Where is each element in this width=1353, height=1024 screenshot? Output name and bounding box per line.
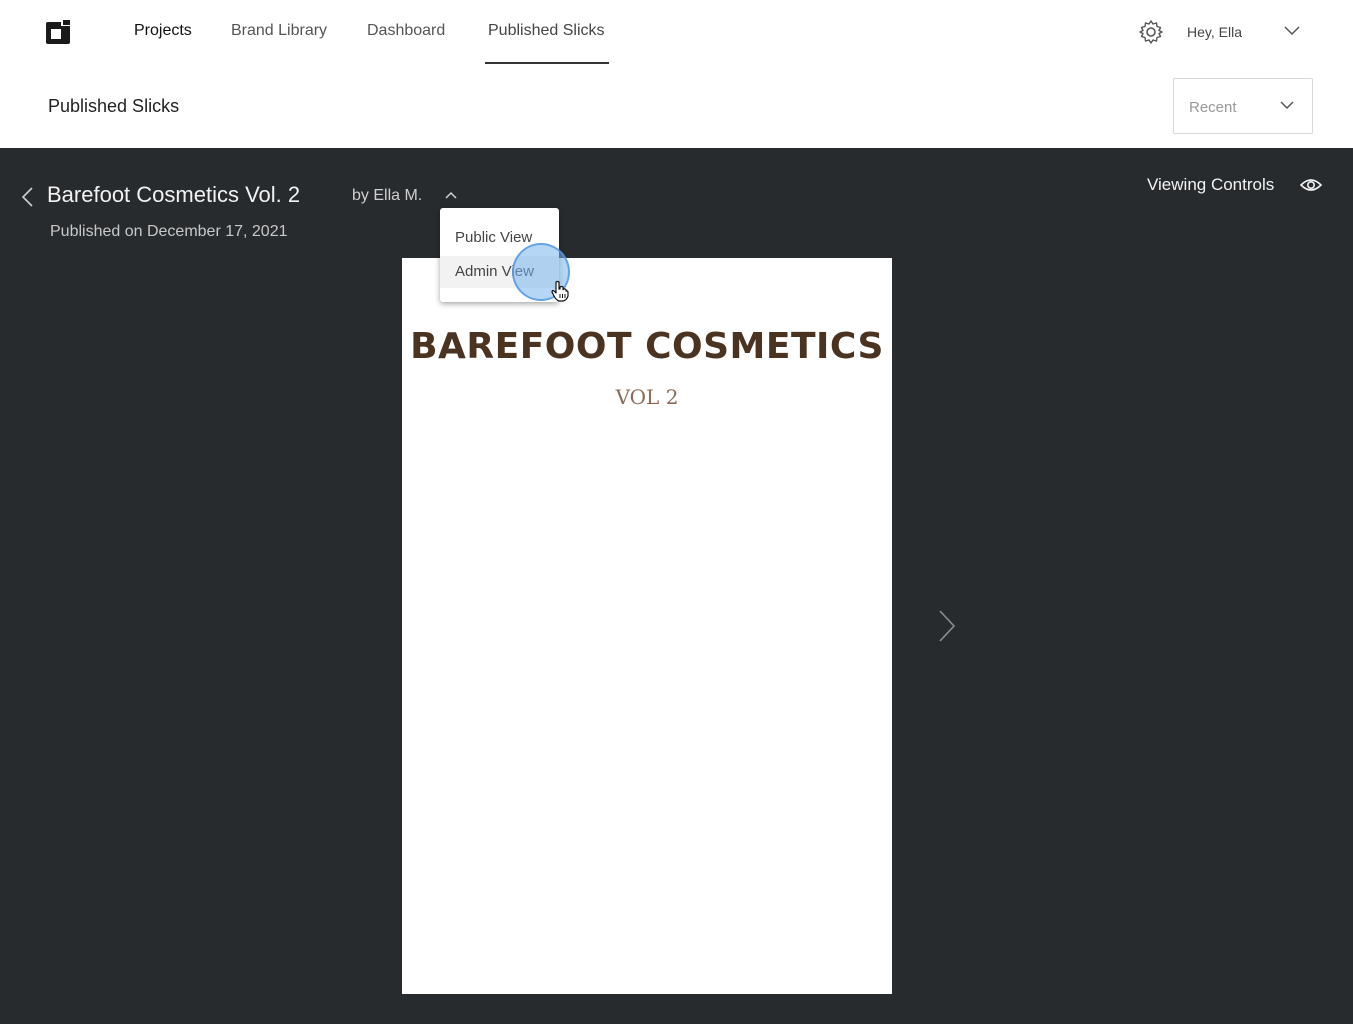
published-date: Published on December 17, 2021 (50, 223, 288, 240)
hand-cursor-icon (551, 280, 569, 302)
user-greeting[interactable]: Hey, Ella (1187, 24, 1242, 40)
nav-published-slicks[interactable]: Published Slicks (485, 22, 608, 64)
chevron-up-icon[interactable] (444, 190, 458, 200)
cover-subtitle: VOL 2 (615, 385, 679, 409)
cover-title: BAREFOOT COSMETICS (410, 326, 884, 367)
sort-value: Recent (1189, 99, 1237, 116)
nav-brand-library[interactable]: Brand Library (231, 22, 327, 64)
chevron-right-icon[interactable] (936, 608, 958, 644)
sort-dropdown[interactable]: Recent (1173, 78, 1313, 134)
document-title: Barefoot Cosmetics Vol. 2 (47, 182, 301, 207)
page-header: Published Slicks Recent (0, 64, 1353, 148)
nav-dashboard[interactable]: Dashboard (367, 22, 445, 64)
eye-icon[interactable] (1299, 176, 1323, 194)
document-author[interactable]: by Ella M. (352, 187, 422, 205)
chevron-down-icon (1280, 101, 1294, 110)
app-logo-icon[interactable] (46, 20, 72, 46)
top-navigation: Projects Brand Library Dashboard Publish… (0, 0, 1353, 64)
gear-icon[interactable] (1138, 19, 1164, 45)
chevron-down-icon[interactable] (1284, 26, 1300, 36)
slick-page: BAREFOOT COSMETICS VOL 2 (402, 258, 892, 994)
slick-viewer: Barefoot Cosmetics Vol. 2 by Ella M. Pub… (0, 148, 1353, 1024)
page-title: Published Slicks (48, 96, 180, 116)
viewing-controls-button[interactable]: Viewing Controls (1147, 175, 1274, 195)
nav-projects[interactable]: Projects (134, 22, 192, 64)
chevron-left-icon[interactable] (20, 186, 34, 208)
